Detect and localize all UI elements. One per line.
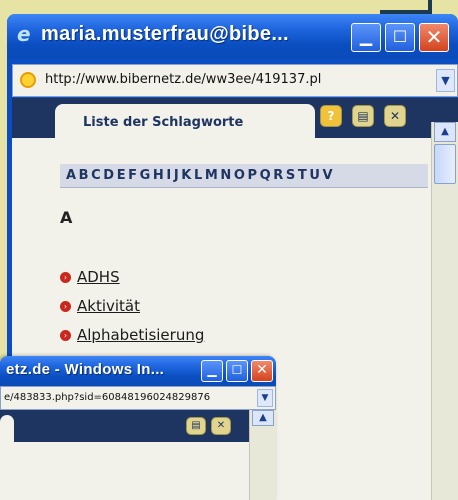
- close-icon: ✕: [256, 362, 268, 378]
- close-button[interactable]: ✕: [419, 23, 449, 52]
- keyword-link[interactable]: › Alphabetisierung: [60, 326, 204, 355]
- close-icon: ✕: [425, 25, 443, 49]
- tab-keyword-list[interactable]: Liste der Schlagworte: [55, 104, 315, 138]
- section-heading: A: [60, 208, 73, 227]
- vertical-scrollbar[interactable]: ▲: [431, 122, 458, 500]
- window-title: maria.musterfrau@bibe...: [41, 23, 289, 45]
- print-button[interactable]: ▤: [352, 105, 374, 127]
- close-button[interactable]: ✕: [251, 360, 273, 382]
- address-dropdown-button[interactable]: ▼: [436, 69, 455, 92]
- dropdown-arrow-icon: ▼: [441, 74, 450, 87]
- print-icon: ▤: [357, 109, 369, 123]
- keyword-label[interactable]: Alphabetisierung: [77, 326, 204, 344]
- close-page-button[interactable]: ✕: [384, 105, 406, 127]
- browser-window-secondary: etz.de - Windows In... ▁ ☐ ✕ e/483833.ph…: [0, 356, 276, 500]
- address-dropdown-button[interactable]: ▼: [257, 389, 273, 407]
- maximize-icon: ☐: [231, 363, 243, 377]
- vertical-scrollbar[interactable]: ▲: [249, 410, 276, 500]
- minimize-button[interactable]: ▁: [351, 23, 381, 52]
- title-bar[interactable]: etz.de - Windows In... ▁ ☐ ✕: [0, 356, 276, 386]
- address-bar[interactable]: e/483833.php?sid=60848196024829876 ▼: [0, 386, 276, 410]
- print-icon: ▤: [191, 420, 201, 431]
- keyword-label[interactable]: Aktivität: [77, 297, 140, 315]
- address-bar[interactable]: http://www.bibernetz.de/ww3ee/419137.pl …: [12, 64, 458, 97]
- scroll-up-button[interactable]: ▲: [434, 122, 456, 142]
- bullet-icon: ›: [60, 301, 71, 312]
- keyword-list: › ADHS › Aktivität › Alphabetisierung: [60, 268, 204, 355]
- page-toolbar: ▤ ✕: [0, 410, 276, 442]
- close-page-button[interactable]: ✕: [211, 417, 231, 435]
- scroll-up-icon: ▲: [441, 126, 449, 137]
- page-toolbar: Liste der Schlagworte ? ▤ ✕: [12, 98, 458, 138]
- page-icon: [20, 72, 36, 88]
- scroll-up-icon: ▲: [259, 412, 267, 423]
- window-title: etz.de - Windows In...: [6, 361, 165, 378]
- help-icon: ?: [327, 109, 335, 123]
- print-button[interactable]: ▤: [186, 417, 206, 435]
- close-page-icon: ✕: [389, 109, 401, 123]
- minimize-button[interactable]: ▁: [201, 360, 223, 382]
- keyword-link[interactable]: › Aktivität: [60, 297, 204, 326]
- address-url[interactable]: e/483833.php?sid=60848196024829876: [4, 392, 210, 403]
- close-page-icon: ✕: [216, 420, 226, 431]
- alphabet-index[interactable]: ABCDEFGHIJKLMNOPQRSTUV: [60, 164, 428, 188]
- title-bar[interactable]: e maria.musterfrau@bibe... ▁ ☐ ✕: [7, 14, 458, 58]
- bullet-icon: ›: [60, 330, 71, 341]
- internet-explorer-icon: e: [17, 22, 31, 46]
- dropdown-arrow-icon: ▼: [261, 393, 269, 403]
- maximize-icon: ☐: [392, 27, 408, 46]
- keyword-link[interactable]: › ADHS: [60, 268, 204, 297]
- minimize-icon: ▁: [207, 363, 217, 377]
- tab-partial[interactable]: [0, 415, 14, 442]
- maximize-button[interactable]: ☐: [226, 360, 248, 382]
- help-button[interactable]: ?: [320, 105, 342, 127]
- page-content: ▤ ✕ ▲: [0, 410, 276, 500]
- address-url[interactable]: http://www.bibernetz.de/ww3ee/419137.pl: [45, 72, 321, 87]
- minimize-icon: ▁: [359, 27, 373, 46]
- bullet-icon: ›: [60, 272, 71, 283]
- maximize-button[interactable]: ☐: [385, 23, 415, 52]
- keyword-label[interactable]: ADHS: [77, 268, 120, 286]
- scroll-thumb[interactable]: [434, 144, 456, 184]
- scroll-up-button[interactable]: ▲: [252, 410, 274, 426]
